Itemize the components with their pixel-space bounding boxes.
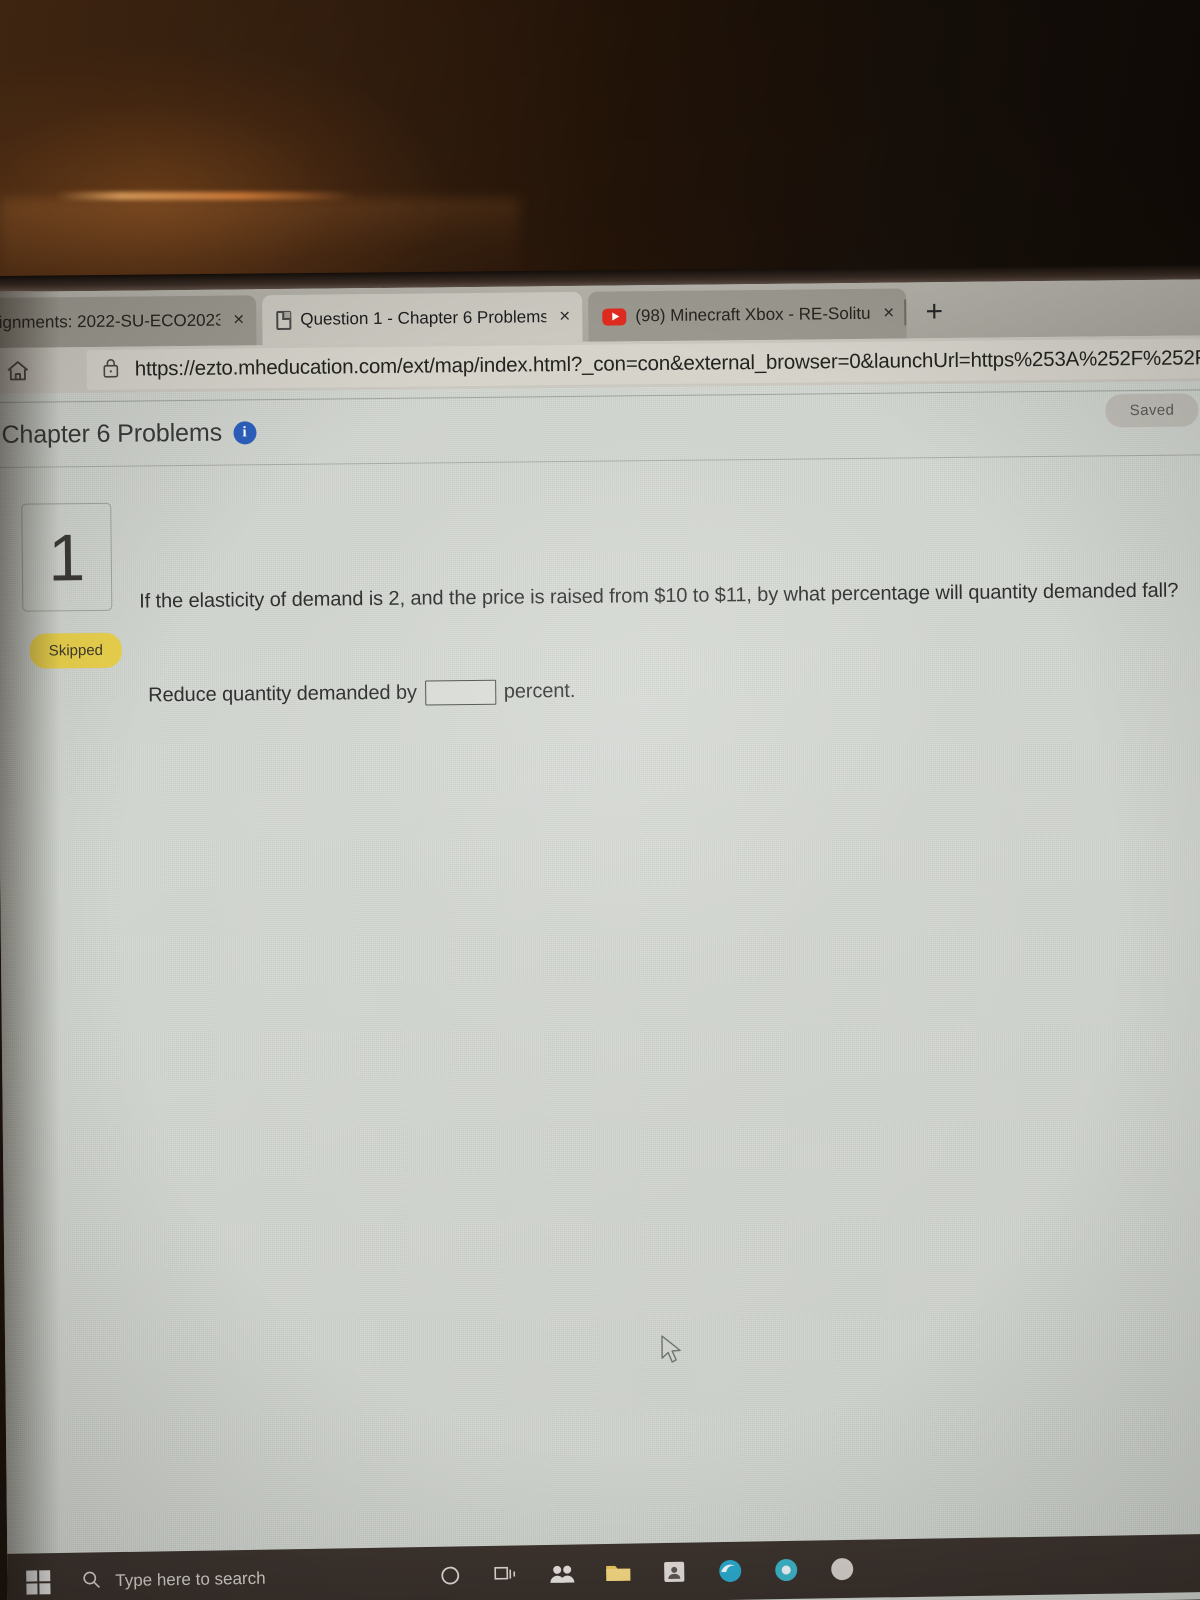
answer-row: Reduce quantity demanded by percent. [148,679,575,708]
page-title-text: Chapter 6 Problems [1,418,223,449]
taskbar-search[interactable]: Type here to search [69,1566,266,1594]
youtube-icon [602,307,627,326]
browser-tab-assignments[interactable]: Assignments: 2022-SU-ECO2023 × [0,295,257,349]
answer-input[interactable] [424,679,496,706]
tab-label: Question 1 - Chapter 6 Problems [300,307,547,329]
question-prompt: If the elasticity of demand is 2, and th… [139,579,1179,613]
page-title: Chapter 6 Problems i [1,418,257,450]
document-icon [276,310,292,330]
store-icon[interactable] [659,1557,689,1587]
url-text: https://ezto.mheducation.com/ext/map/ind… [134,346,1200,381]
mheducation-assignment-page: Chapter 6 Problems i Saved 1 Skipped If … [0,381,1200,1600]
laptop-bezel [0,0,1200,300]
close-icon[interactable]: × [233,309,244,331]
tab-divider [904,299,907,326]
tab-label: (98) Minecraft Xbox - RE-Solitude [635,303,871,326]
divider [0,454,1200,468]
chrome-icon[interactable] [771,1555,801,1585]
lock-icon [101,356,121,383]
edge-icon[interactable] [715,1556,745,1586]
file-explorer-icon[interactable] [603,1558,633,1588]
divider [0,389,1200,403]
search-icon [81,1569,101,1594]
answer-prefix-label: Reduce quantity demanded by [148,681,417,707]
bezel-light-glint [55,192,355,200]
browser-tab-question-1[interactable]: Question 1 - Chapter 6 Problems × [262,291,583,346]
browser-window: Assignments: 2022-SU-ECO2023 × Question … [0,279,1200,1600]
answer-suffix-label: percent. [503,679,576,703]
close-icon[interactable]: × [883,303,894,325]
photo-of-laptop-screen: Assignments: 2022-SU-ECO2023 × Question … [0,0,1200,1600]
question-number-box: 1 [21,502,113,612]
tab-label: Assignments: 2022-SU-ECO2023 [0,310,221,333]
start-icon[interactable] [7,1553,70,1600]
app-icon[interactable] [827,1554,857,1584]
new-tab-button[interactable]: + [914,292,954,332]
status-badge-skipped: Skipped [29,632,123,669]
task-view-icon[interactable] [491,1559,521,1589]
info-icon[interactable]: i [232,421,257,445]
taskbar-icon-row [435,1554,857,1591]
people-icon[interactable] [547,1558,577,1588]
home-icon[interactable] [0,348,41,394]
browser-tab-minecraft[interactable]: (98) Minecraft Xbox - RE-Solitude × [588,288,907,342]
close-icon[interactable]: × [559,306,570,328]
cortana-icon[interactable] [435,1560,465,1590]
taskbar-search-placeholder: Type here to search [115,1568,266,1591]
status-badge-saved: Saved [1105,393,1199,428]
